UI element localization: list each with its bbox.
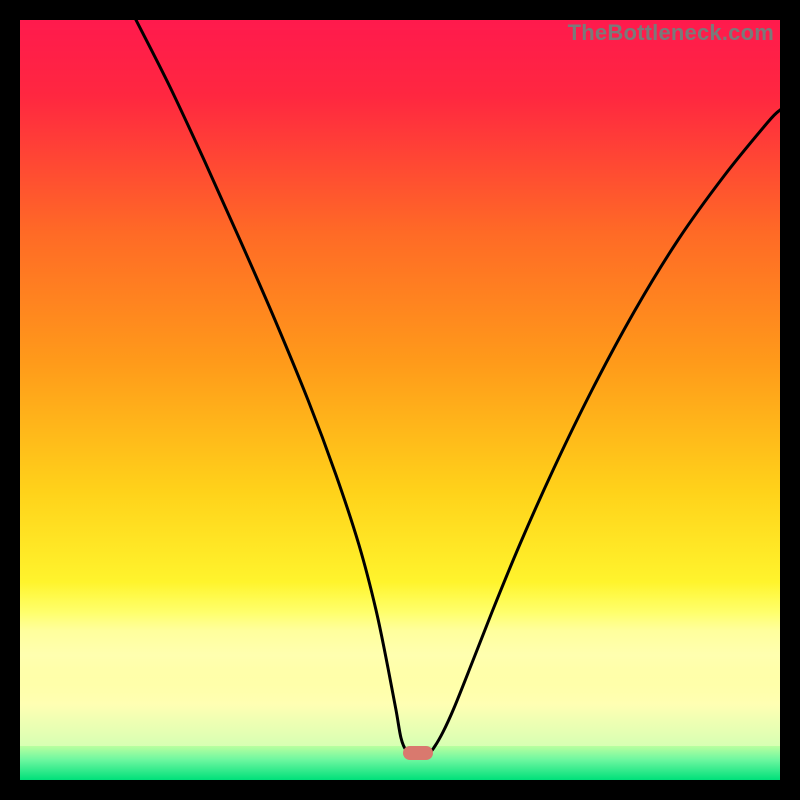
- bottleneck-curve: [20, 20, 780, 780]
- chart-frame: TheBottleneck.com: [0, 0, 800, 800]
- watermark-label: TheBottleneck.com: [568, 20, 774, 46]
- plot-area: TheBottleneck.com: [20, 20, 780, 780]
- optimal-point-marker: [403, 746, 433, 760]
- curve-path: [136, 20, 780, 753]
